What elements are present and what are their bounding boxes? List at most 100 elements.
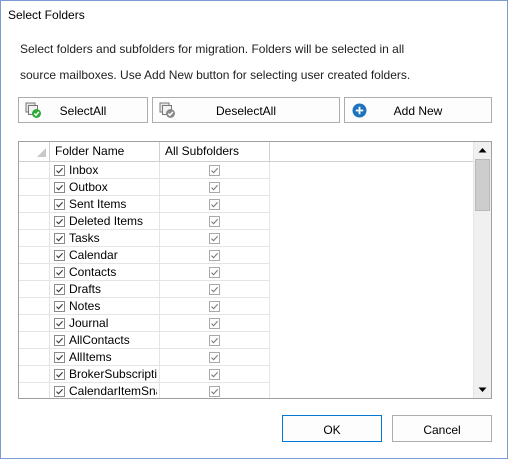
subfolders-cell [160,247,270,264]
ok-label: OK [323,423,341,437]
folder-name-cell: Journal [50,315,160,332]
row-selector[interactable] [19,298,50,315]
subfolders-checkbox[interactable] [209,352,220,363]
folder-name-label: Drafts [69,282,102,296]
folder-checkbox[interactable] [54,318,65,329]
folder-checkbox[interactable] [54,233,65,244]
subfolders-checkbox[interactable] [209,165,220,176]
folder-name-label: Sent Items [69,197,127,211]
folder-checkbox[interactable] [54,386,65,397]
folder-name-label: Calendar [69,248,118,262]
table-row[interactable]: Drafts [19,281,474,298]
add-new-button[interactable]: Add New [344,97,492,123]
row-selector[interactable] [19,196,50,213]
table-row[interactable]: Sent Items [19,196,474,213]
folder-name-label: Inbox [69,163,99,177]
row-selector[interactable] [19,332,50,349]
select-all-label: SelectAll [59,104,107,118]
row-selector[interactable] [19,213,50,230]
grid-corner [19,142,50,161]
folder-name-cell: BrokerSubscripti... [50,366,160,383]
subfolders-cell [160,366,270,383]
folder-checkbox[interactable] [54,216,65,227]
folder-checkbox[interactable] [54,165,65,176]
folder-name-cell: Inbox [50,162,160,179]
row-selector[interactable] [19,230,50,247]
row-selector[interactable] [19,383,50,398]
deselect-all-button[interactable]: DeselectAll [152,97,340,123]
subfolders-checkbox[interactable] [209,301,220,312]
subfolders-checkbox[interactable] [209,250,220,261]
subfolders-checkbox[interactable] [209,284,220,295]
subfolders-cell [160,332,270,349]
subfolders-cell [160,383,270,398]
subfolders-checkbox[interactable] [209,267,220,278]
folder-name-label: Contacts [69,265,117,279]
column-header-all-subfolders[interactable]: All Subfolders [160,142,270,161]
folder-checkbox[interactable] [54,284,65,295]
subfolders-checkbox[interactable] [209,335,220,346]
table-row[interactable]: AllContacts [19,332,474,349]
folder-name-label: Journal [69,316,109,330]
grid-header: Folder Name All Subfolders [19,142,474,162]
table-row[interactable]: Tasks [19,230,474,247]
folder-checkbox[interactable] [54,301,65,312]
subfolders-checkbox[interactable] [209,318,220,329]
table-row[interactable]: Notes [19,298,474,315]
subfolders-checkbox[interactable] [209,386,220,397]
table-row[interactable]: AllItems [19,349,474,366]
folder-checkbox[interactable] [54,250,65,261]
folder-checkbox[interactable] [54,267,65,278]
select-all-button[interactable]: SelectAll [18,97,148,123]
folder-name-label: Notes [69,299,101,313]
row-selector[interactable] [19,349,50,366]
subfolders-checkbox[interactable] [209,216,220,227]
table-row[interactable]: BrokerSubscripti... [19,366,474,383]
subfolders-cell [160,230,270,247]
table-row[interactable]: Outbox [19,179,474,196]
cancel-button[interactable]: Cancel [392,415,492,442]
folder-name-cell: CalendarItemSna... [50,383,160,398]
folder-name-label: Deleted Items [69,214,144,228]
row-selector[interactable] [19,179,50,196]
subfolders-checkbox[interactable] [209,182,220,193]
grid-rows: Inbox Outbox Sent Items Deleted Items Tasks C… [19,162,474,398]
folders-grid[interactable]: Folder Name All Subfolders Inbox Outbox Se… [18,141,492,399]
scroll-down-icon[interactable] [474,381,491,398]
subfolders-cell [160,349,270,366]
table-row[interactable]: CalendarItemSna... [19,383,474,398]
row-selector[interactable] [19,247,50,264]
column-header-folder-name[interactable]: Folder Name [50,142,160,161]
ok-button[interactable]: OK [282,415,382,442]
subfolders-cell [160,162,270,179]
row-selector[interactable] [19,162,50,179]
table-row[interactable]: Contacts [19,264,474,281]
folder-name-cell: Tasks [50,230,160,247]
subfolders-checkbox[interactable] [209,233,220,244]
row-selector[interactable] [19,315,50,332]
subfolders-cell [160,179,270,196]
table-row[interactable]: Calendar [19,247,474,264]
table-row[interactable]: Deleted Items [19,213,474,230]
scroll-up-icon[interactable] [474,142,491,159]
add-new-label: Add New [393,104,443,118]
folder-name-cell: Calendar [50,247,160,264]
row-selector[interactable] [19,281,50,298]
folder-checkbox[interactable] [54,352,65,363]
folder-checkbox[interactable] [54,335,65,346]
scrollbar-thumb[interactable] [475,159,490,211]
table-row[interactable]: Journal [19,315,474,332]
row-selector[interactable] [19,366,50,383]
folder-checkbox[interactable] [54,182,65,193]
folder-name-cell: Deleted Items [50,213,160,230]
row-selector[interactable] [19,264,50,281]
subfolders-checkbox[interactable] [209,199,220,210]
folder-checkbox[interactable] [54,199,65,210]
folder-checkbox[interactable] [54,369,65,380]
folder-name-cell: AllContacts [50,332,160,349]
subfolders-cell [160,213,270,230]
vertical-scrollbar[interactable] [473,142,491,398]
subfolders-checkbox[interactable] [209,369,220,380]
table-row[interactable]: Inbox [19,162,474,179]
select-folders-dialog: Select Folders Select folders and subfol… [0,0,508,459]
